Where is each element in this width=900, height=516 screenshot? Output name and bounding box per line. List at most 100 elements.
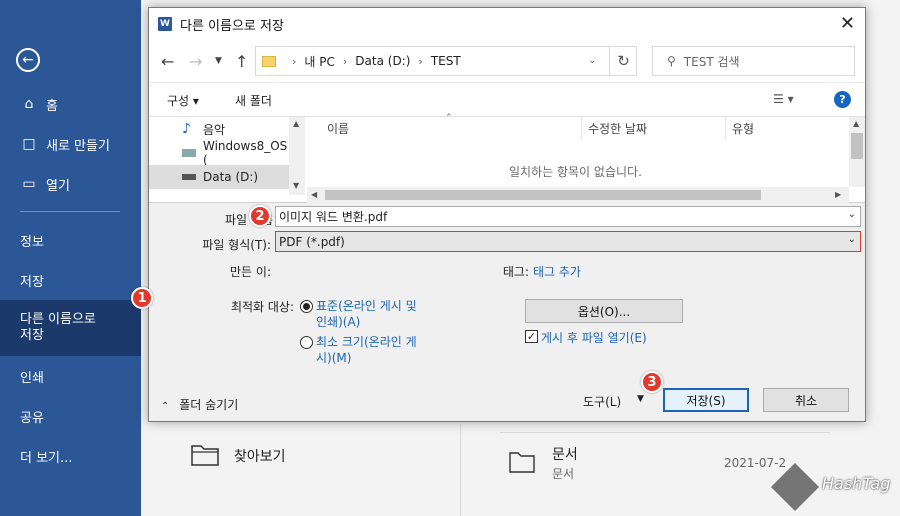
save-button[interactable]: 저장(S) bbox=[663, 388, 749, 412]
annotation-badge: 1 bbox=[131, 287, 153, 309]
filename-field[interactable]: 이미지 워드 변환.pdf ⌄ bbox=[275, 206, 861, 227]
breadcrumb-folder[interactable]: TEST bbox=[431, 54, 461, 68]
nav-item-music[interactable]: ♪ 음악 bbox=[149, 117, 289, 141]
navigation-pane: ♪ 음악 Windows8_OS ( Data (D:) bbox=[149, 117, 305, 195]
refresh-icon[interactable]: ↻ bbox=[609, 46, 637, 76]
hide-folders-label: 폴더 숨기기 bbox=[179, 398, 239, 412]
annotation-badge: 3 bbox=[641, 371, 663, 393]
sidebar-item-label: 저장 bbox=[20, 274, 44, 290]
search-placeholder: TEST 검색 bbox=[683, 54, 740, 69]
filename-value: 이미지 워드 변환.pdf bbox=[279, 210, 388, 224]
author-label: 만든 이: bbox=[230, 265, 271, 279]
address-bar[interactable]: › 내 PC › Data (D:) › TEST ⌄ bbox=[255, 46, 637, 76]
close-icon[interactable]: ✕ bbox=[840, 13, 855, 34]
up-icon[interactable]: ↑ bbox=[235, 52, 248, 71]
sidebar-item-share[interactable]: 공유 bbox=[0, 396, 141, 436]
sidebar-item-label: 정보 bbox=[20, 234, 44, 250]
sidebar-item-label: 열기 bbox=[46, 178, 70, 194]
chevron-down-icon[interactable]: ⌄ bbox=[848, 234, 856, 245]
nav-item-windows-drive[interactable]: Windows8_OS ( bbox=[149, 139, 289, 167]
list-vscrollbar[interactable]: ▲ bbox=[849, 117, 865, 187]
open-folder-icon: ▭ bbox=[22, 176, 36, 192]
tools-dropdown-icon[interactable]: ▼ bbox=[637, 394, 644, 404]
back-icon[interactable]: ← bbox=[161, 52, 174, 71]
open-after-label[interactable]: 게시 후 파일 열기(E) bbox=[541, 329, 647, 346]
sidebar-item-info[interactable]: 정보 bbox=[0, 220, 141, 260]
new-folder-button[interactable]: 새 폴더 bbox=[235, 92, 272, 109]
filetype-select[interactable]: PDF (*.pdf) ⌄ bbox=[275, 231, 861, 252]
sidebar-item-home[interactable]: ⌂ 홈 bbox=[0, 84, 141, 124]
sidebar-item-label: 새로 만들기 bbox=[46, 138, 110, 154]
recent-dropdown-icon[interactable]: ▼ bbox=[215, 56, 222, 66]
list-separator bbox=[500, 432, 830, 433]
breadcrumb-pc[interactable]: 내 PC bbox=[304, 53, 334, 70]
chevron-right-icon: › bbox=[292, 54, 297, 68]
word-app-icon: W bbox=[158, 17, 172, 31]
column-type[interactable]: 유형 bbox=[725, 117, 845, 139]
watermark-text: HashTag bbox=[822, 474, 891, 493]
browse-folder-icon bbox=[190, 442, 220, 468]
organize-button[interactable]: 구성 ▾ bbox=[167, 92, 199, 109]
open-after-checkbox[interactable]: ✓ bbox=[525, 330, 538, 343]
chevron-right-icon: › bbox=[342, 54, 348, 68]
search-icon: ⚲ bbox=[667, 54, 676, 68]
sidebar-item-label: 더 보기... bbox=[20, 450, 73, 466]
drive-icon bbox=[182, 149, 196, 157]
options-button[interactable]: 옵션(O)... bbox=[525, 299, 683, 323]
sidebar-item-open[interactable]: ▭ 열기 bbox=[0, 164, 141, 204]
sidebar-item-label: 홈 bbox=[46, 98, 58, 114]
home-icon: ⌂ bbox=[24, 96, 34, 112]
tools-menu[interactable]: 도구(L) bbox=[583, 393, 621, 410]
folder-date: 2021-07-2 bbox=[724, 456, 787, 470]
sidebar-item-more[interactable]: 더 보기... bbox=[0, 436, 141, 476]
list-hscrollbar[interactable]: ◀ ▶ bbox=[307, 187, 849, 203]
sidebar-item-label: 다른 이름으로 저장 bbox=[20, 312, 96, 343]
chevron-right-icon: › bbox=[418, 54, 423, 68]
annotation-badge: 2 bbox=[249, 205, 271, 227]
optimize-minimum-label[interactable]: 최소 크기(온라인 게시)(M) bbox=[316, 334, 431, 366]
toolbar: 구성 ▾ 새 폴더 ☰ ▾ ? bbox=[149, 82, 865, 116]
nav-item-label: 음악 bbox=[203, 122, 226, 137]
column-modified[interactable]: 수정한 날짜 bbox=[581, 117, 725, 139]
nav-scrollbar[interactable]: ▲ ▼ bbox=[289, 117, 305, 195]
chevron-up-icon: ⌃ bbox=[161, 401, 170, 412]
optimize-standard-label[interactable]: 표준(온라인 게시 및 인쇄)(A) bbox=[316, 298, 431, 330]
nav-item-label: Data (D:) bbox=[203, 170, 259, 184]
sidebar-item-save-as[interactable]: 다른 이름으로 저장 bbox=[0, 300, 141, 356]
backstage-sidebar: ← ⌂ 홈 □ 새로 만들기 ▭ 열기 정보 저장 다른 이름으로 저장 인쇄 … bbox=[0, 0, 141, 516]
documents-folder-icon bbox=[508, 450, 536, 474]
sidebar-item-save[interactable]: 저장 bbox=[0, 260, 141, 300]
tags-label: 태그: bbox=[502, 265, 529, 279]
help-icon[interactable]: ? bbox=[834, 91, 851, 108]
nav-item-data-drive[interactable]: Data (D:) bbox=[149, 165, 289, 189]
navigation-bar: ← → ▼ ↑ › 내 PC › Data (D:) › TEST ⌄ ↻ ⚲ … bbox=[149, 40, 865, 82]
sidebar-item-label: 공유 bbox=[20, 410, 44, 426]
sort-up-icon: ⌃ bbox=[445, 113, 453, 123]
chevron-down-icon[interactable]: ⌄ bbox=[848, 209, 856, 220]
browse-label[interactable]: 찾아보기 bbox=[234, 446, 286, 466]
breadcrumb-drive[interactable]: Data (D:) bbox=[355, 54, 410, 68]
nav-item-label: Windows8_OS ( bbox=[203, 139, 288, 167]
back-arrow-icon[interactable]: ← bbox=[16, 48, 40, 72]
optimize-label: 최적화 대상: bbox=[230, 300, 294, 314]
sidebar-item-new[interactable]: □ 새로 만들기 bbox=[0, 124, 141, 164]
add-tag-link[interactable]: 태그 추가 bbox=[533, 263, 581, 280]
new-document-icon: □ bbox=[22, 136, 36, 152]
file-browser: ♪ 음악 Windows8_OS ( Data (D:) ▲ ▼ 이름 ⌃ 수정… bbox=[149, 113, 865, 203]
optimize-minimum-radio[interactable] bbox=[300, 336, 313, 349]
forward-icon[interactable]: → bbox=[189, 52, 202, 71]
cancel-button[interactable]: 취소 bbox=[763, 388, 849, 412]
filetype-label: 파일 형식(T): bbox=[202, 238, 271, 252]
folder-name[interactable]: 문서 bbox=[552, 444, 578, 464]
sidebar-item-print[interactable]: 인쇄 bbox=[0, 356, 141, 396]
divider bbox=[460, 424, 461, 516]
search-input[interactable]: ⚲ TEST 검색 bbox=[652, 46, 855, 76]
music-icon: ♪ bbox=[182, 121, 191, 137]
dialog-title: 다른 이름으로 저장 bbox=[180, 18, 284, 34]
sidebar-separator bbox=[20, 211, 120, 212]
folder-icon bbox=[262, 55, 276, 67]
hide-folders-toggle[interactable]: ⌃ 폴더 숨기기 bbox=[161, 396, 238, 413]
address-dropdown-icon[interactable]: ⌄ bbox=[588, 56, 596, 66]
view-options-icon[interactable]: ☰ ▾ bbox=[773, 92, 794, 106]
optimize-standard-radio[interactable] bbox=[300, 300, 313, 313]
